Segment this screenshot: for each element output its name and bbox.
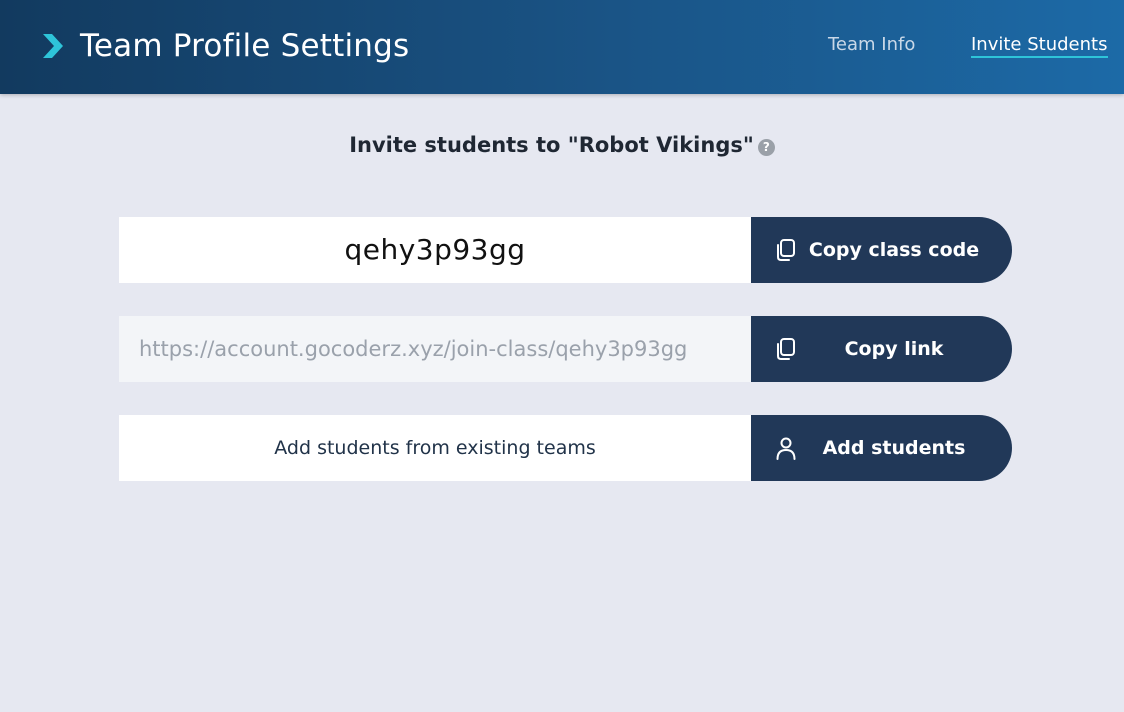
copy-class-code-label: Copy class code bbox=[808, 239, 980, 261]
join-link-row: Copy link bbox=[119, 316, 1012, 382]
class-code-value: qehy3p93gg bbox=[344, 233, 526, 266]
join-link-field bbox=[119, 316, 751, 382]
class-code-row: qehy3p93gg Copy class code bbox=[119, 217, 1012, 283]
help-icon[interactable]: ? bbox=[757, 139, 775, 156]
invite-heading-text: Invite students to "Robot Vikings" bbox=[349, 133, 754, 157]
copy-icon bbox=[777, 239, 795, 261]
chevron-right-icon bbox=[43, 34, 63, 58]
user-icon bbox=[776, 437, 796, 460]
copy-class-code-button[interactable]: Copy class code bbox=[751, 217, 1012, 283]
app-header: Team Profile Settings Team Info Invite S… bbox=[0, 0, 1124, 94]
copy-icon bbox=[777, 338, 795, 360]
copy-link-label: Copy link bbox=[844, 338, 944, 360]
add-students-button[interactable]: Add students bbox=[751, 415, 1012, 481]
add-students-row: Add students from existing teams Add stu… bbox=[119, 415, 1012, 481]
join-link-input[interactable] bbox=[119, 316, 751, 382]
tab-invite-students[interactable]: Invite Students bbox=[971, 33, 1107, 57]
add-students-field: Add students from existing teams bbox=[119, 415, 751, 481]
class-code-field: qehy3p93gg bbox=[119, 217, 751, 283]
copy-link-button[interactable]: Copy link bbox=[751, 316, 1012, 382]
invite-heading: Invite students to "Robot Vikings"? bbox=[0, 130, 1124, 160]
add-students-label: Add students bbox=[822, 437, 966, 459]
page-title: Team Profile Settings bbox=[80, 28, 410, 64]
add-students-description: Add students from existing teams bbox=[274, 437, 596, 459]
active-tab-indicator bbox=[971, 56, 1108, 58]
tab-team-info[interactable]: Team Info bbox=[828, 33, 915, 57]
